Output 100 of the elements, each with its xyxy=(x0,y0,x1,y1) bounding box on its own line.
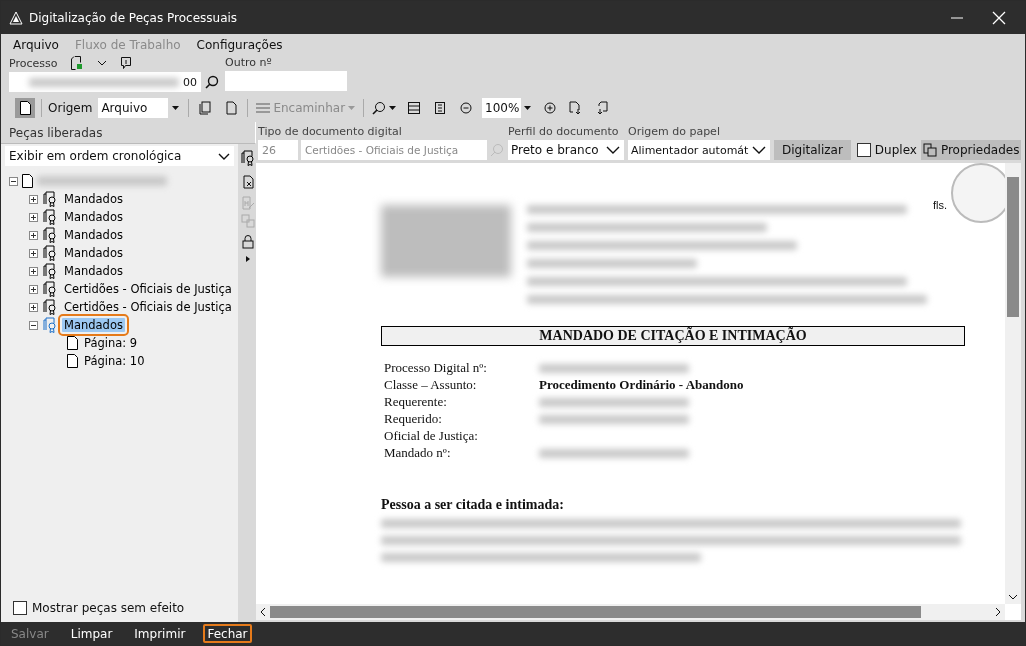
lock-icon xyxy=(240,235,255,249)
list-icon xyxy=(256,103,271,113)
certificate-icon xyxy=(239,150,256,166)
tree-item[interactable]: Página: 10 xyxy=(82,354,147,368)
zoom-in-icon xyxy=(543,101,558,115)
scrollbar-thumb[interactable] xyxy=(270,606,921,618)
signature-icon xyxy=(240,196,255,210)
expand-icon[interactable] xyxy=(29,194,38,204)
chevron-down-icon xyxy=(217,152,230,160)
document-title: MANDADO DE CITAÇÃO E INTIMAÇÃO xyxy=(381,326,965,346)
chevron-down-icon xyxy=(752,146,766,154)
dropdown-arrow-icon xyxy=(348,106,356,110)
document-add-icon[interactable] xyxy=(71,56,84,70)
page-x-icon xyxy=(240,175,255,189)
section-heading: Pessoa a ser citada e intimada: xyxy=(381,497,565,513)
page-toggle-button[interactable] xyxy=(15,98,35,118)
page-mark: fls. xyxy=(932,199,947,211)
certificate-icon xyxy=(42,227,58,243)
certificate-icon xyxy=(42,317,58,333)
field-label: Processo Digital nº: xyxy=(384,360,488,376)
checkbox[interactable] xyxy=(13,601,27,615)
properties-button[interactable]: Propriedades xyxy=(920,140,1022,160)
paper-source-dropdown[interactable]: Alimentador automát xyxy=(628,140,770,160)
fit-width-icon xyxy=(407,101,422,115)
dropdown-arrow-icon xyxy=(524,106,532,110)
profile-label: Perfil do documento xyxy=(508,125,620,138)
dropdown-arrow-icon xyxy=(171,106,179,110)
process-field[interactable]: 00 xyxy=(9,72,201,92)
profile-dropdown[interactable]: Preto e branco xyxy=(508,140,624,160)
page-icon xyxy=(224,101,239,115)
zoom-dropdown[interactable]: 100% xyxy=(482,98,535,118)
page-icon xyxy=(67,336,78,350)
expand-icon[interactable] xyxy=(29,230,38,240)
certificate-icon xyxy=(42,263,58,279)
menu-item[interactable]: Configurações xyxy=(196,38,283,56)
origin-dropdown[interactable]: Arquivo xyxy=(98,98,183,118)
search-icon xyxy=(372,101,387,115)
tree-item[interactable]: Certidões - Oficiais de Justiça xyxy=(62,300,234,314)
checkbox-label: Duplex xyxy=(874,143,917,157)
expand-icon[interactable] xyxy=(29,212,38,222)
app-logo-icon xyxy=(9,10,23,25)
properties-icon xyxy=(922,143,937,157)
checkbox-label: Mostrar peças sem efeito xyxy=(32,601,185,615)
scrollbar-thumb[interactable] xyxy=(1007,177,1019,317)
certificate-icon xyxy=(42,245,58,261)
zoom-out-icon xyxy=(459,101,474,115)
field-label: Oficial de Justiça: xyxy=(384,428,479,444)
window-title: Digitalização de Peças Processuais xyxy=(29,10,239,25)
note-icon[interactable] xyxy=(121,57,132,69)
tree-item[interactable]: Mandados xyxy=(62,228,125,242)
process-label: Processo xyxy=(9,56,58,70)
doc-type-label: Tipo de documento digital xyxy=(258,125,403,138)
tree-item[interactable]: Mandados xyxy=(62,192,125,206)
scan-button[interactable]: Digitalizar xyxy=(774,140,851,160)
order-dropdown[interactable]: Exibir em ordem cronológica xyxy=(5,146,234,166)
paper-source-label: Origem do papel xyxy=(628,125,721,138)
doc-type-name-field[interactable]: Certidões - Oficiais de Justiça xyxy=(301,140,487,160)
horizontal-scrollbar[interactable] xyxy=(256,604,1005,620)
expand-icon[interactable] xyxy=(29,284,38,294)
page-arrow-icon xyxy=(595,101,610,115)
expand-icon[interactable] xyxy=(29,266,38,276)
doc-type-code-field[interactable]: 26 xyxy=(258,140,298,160)
certificate-icon xyxy=(42,191,58,207)
copy-icon xyxy=(198,101,213,115)
chevron-right-icon xyxy=(995,607,1001,617)
menu-item[interactable]: Arquivo xyxy=(13,38,59,56)
search-icon xyxy=(490,143,504,157)
search-icon[interactable] xyxy=(205,75,219,89)
collapse-icon[interactable] xyxy=(9,176,18,186)
footer-button[interactable]: Fechar xyxy=(203,624,252,643)
chevron-down-icon xyxy=(606,146,620,154)
tree-item[interactable]: Página: 9 xyxy=(82,336,140,350)
more-arrow-icon[interactable] xyxy=(245,256,250,262)
expand-icon[interactable] xyxy=(29,248,38,258)
footer-button[interactable]: Limpar xyxy=(66,624,117,643)
dropdown-arrow-icon xyxy=(389,106,397,110)
folder-page-icon xyxy=(22,174,33,188)
field-label: Mandado nº: xyxy=(384,445,452,461)
chevron-down-icon[interactable] xyxy=(97,60,108,66)
collapse-icon[interactable] xyxy=(29,320,38,330)
pages-icon xyxy=(240,214,255,228)
other-number-field[interactable] xyxy=(225,71,347,91)
tree-item[interactable]: Mandados xyxy=(62,264,125,278)
field-label: Requerente: xyxy=(384,394,448,410)
field-label: Requerido: xyxy=(384,411,443,427)
expand-icon[interactable] xyxy=(29,302,38,312)
certificate-icon xyxy=(42,281,58,297)
checkbox[interactable] xyxy=(856,143,871,157)
certificate-icon xyxy=(42,299,58,315)
tree-item[interactable]: Certidões - Oficiais de Justiça xyxy=(62,282,234,296)
fit-page-icon xyxy=(433,101,448,115)
vertical-scrollbar[interactable] xyxy=(1005,163,1021,604)
page-icon xyxy=(67,354,78,368)
tree-item[interactable]: Mandados xyxy=(62,246,125,260)
footer-button[interactable]: Imprimir xyxy=(130,624,190,643)
page-icon xyxy=(19,101,31,115)
chevron-left-icon xyxy=(260,607,266,617)
tree-item[interactable]: Mandados xyxy=(62,210,125,224)
field-label: Classe – Assunto: xyxy=(384,377,478,393)
chevron-down-icon xyxy=(1008,594,1018,600)
